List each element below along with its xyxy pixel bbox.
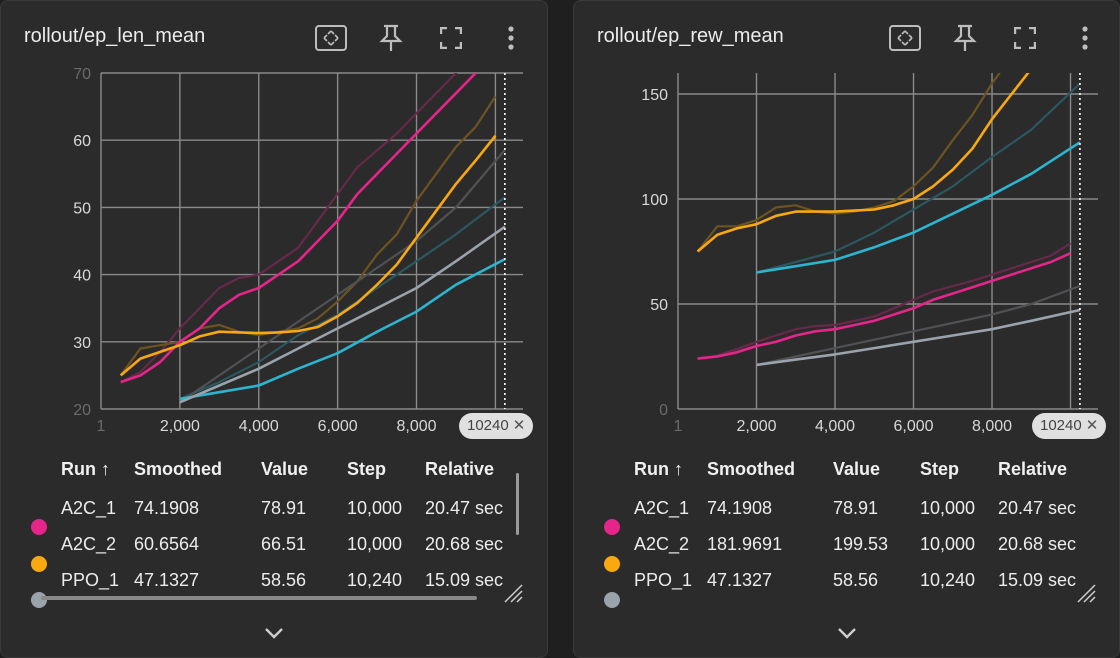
- step-badge-value: 10240: [467, 417, 509, 434]
- run-color-dot: [31, 592, 47, 608]
- col-header-step[interactable]: Step: [347, 459, 386, 480]
- y-tick-label: 0: [659, 402, 668, 419]
- x-tick-label: 1: [674, 418, 683, 435]
- y-tick-label: 100: [641, 192, 668, 209]
- y-tick-label: 20: [73, 402, 91, 419]
- cell-run: A2C_1: [634, 498, 690, 518]
- cell-run: A2C_2: [634, 534, 690, 554]
- col-header-relative[interactable]: Relative: [998, 459, 1067, 480]
- chart-card-ep-rew-mean: rollout/ep_rew_mean 0 50 100 150 1 2,000 4,000…: [573, 0, 1120, 658]
- step-badge-value: 10240: [1040, 417, 1082, 434]
- cell-smoothed: 47.1327: [134, 570, 200, 590]
- cell-run: A2C_2: [61, 534, 117, 554]
- run-color-dot: [604, 519, 620, 535]
- table-horizontal-scrollbar[interactable]: [41, 596, 477, 600]
- cell-value: 58.56: [261, 570, 307, 590]
- col-header-value[interactable]: Value: [833, 459, 880, 480]
- cell-value: 66.51: [261, 534, 307, 554]
- expand-button[interactable]: [832, 621, 862, 645]
- cell-run: PPO_1: [634, 570, 693, 590]
- col-header-smoothed[interactable]: Smoothed: [707, 459, 795, 480]
- cell-relative: 20.47 sec: [425, 498, 504, 518]
- run-color-dot: [31, 556, 47, 572]
- line-chart-ep-len-mean[interactable]: 20 30 40 50 60 70 1 2,000 4,000 6,000 8,000: [1, 1, 548, 453]
- raw-series-line: [756, 82, 1081, 274]
- x-tick-label: 4,000: [815, 418, 855, 435]
- cell-relative: 15.09 sec: [425, 570, 504, 590]
- x-tick-label: 2,000: [160, 418, 200, 435]
- col-header-run[interactable]: Run ↑: [61, 459, 110, 480]
- x-tick-label: 8,000: [396, 418, 436, 435]
- expand-button[interactable]: [259, 621, 289, 645]
- table-vertical-scrollbar[interactable]: [516, 473, 519, 535]
- cell-value: 78.91: [261, 498, 307, 518]
- col-header-value[interactable]: Value: [261, 459, 308, 480]
- chevron-down-icon: [838, 628, 856, 639]
- resize-handle-icon[interactable]: [1074, 581, 1096, 603]
- y-tick-label: 150: [641, 87, 668, 104]
- y-tick-label: 50: [650, 297, 668, 314]
- y-tick-label: 30: [73, 335, 91, 352]
- cell-relative: 20.68 sec: [998, 534, 1077, 554]
- x-tick-label: 4,000: [239, 418, 279, 435]
- cell-smoothed: 60.6564: [134, 534, 200, 554]
- col-header-run[interactable]: Run ↑: [634, 459, 683, 480]
- x-tick-label: 8,000: [972, 418, 1012, 435]
- step-cursor-badge[interactable]: 10240 ✕: [1032, 413, 1107, 439]
- cell-step: 10,240: [347, 570, 403, 590]
- smoothed-series-line: [696, 73, 1030, 253]
- cell-step: 10,000: [347, 498, 403, 518]
- y-tick-label: 60: [73, 133, 91, 150]
- resize-handle-icon[interactable]: [501, 581, 523, 603]
- col-header-smoothed[interactable]: Smoothed: [134, 459, 222, 480]
- x-tick-label: 1: [97, 418, 106, 435]
- cell-relative: 20.68 sec: [425, 534, 504, 554]
- run-color-dot: [604, 592, 620, 608]
- cell-relative: 20.47 sec: [998, 498, 1077, 518]
- cell-run: A2C_1: [61, 498, 117, 518]
- run-color-dot: [31, 519, 47, 535]
- smoothed-series-line: [756, 308, 1081, 367]
- cell-relative: 15.09 sec: [998, 570, 1077, 590]
- raw-series-line: [697, 242, 1072, 360]
- cell-value: 199.53: [833, 534, 889, 554]
- close-icon[interactable]: ✕: [513, 417, 526, 434]
- chevron-down-icon: [265, 628, 283, 639]
- y-tick-label: 70: [73, 66, 91, 83]
- cell-step: 10,000: [920, 498, 976, 518]
- cell-step: 10,000: [347, 534, 403, 554]
- x-tick-label: 6,000: [893, 418, 933, 435]
- line-chart-ep-rew-mean[interactable]: 0 50 100 150 1 2,000 4,000 6,000 8,000: [574, 1, 1120, 453]
- chart-card-ep-len-mean: rollout/ep_len_mean 20 30 40 50 60 70 1 2,000 4,…: [0, 0, 548, 658]
- step-cursor-badge[interactable]: 10240 ✕: [459, 413, 534, 439]
- col-header-step[interactable]: Step: [920, 459, 959, 480]
- raw-series-line: [696, 73, 1001, 253]
- cell-step: 10,000: [920, 534, 976, 554]
- cell-smoothed: 74.1908: [707, 498, 773, 518]
- cell-smoothed: 74.1908: [134, 498, 200, 518]
- run-color-dot: [604, 556, 620, 572]
- cell-run: PPO_1: [61, 570, 120, 590]
- cell-smoothed: 181.9691: [707, 534, 783, 554]
- y-tick-label: 50: [73, 200, 91, 217]
- x-tick-label: 6,000: [318, 418, 358, 435]
- y-tick-label: 40: [73, 268, 91, 285]
- cell-value: 78.91: [833, 498, 879, 518]
- series-group: [696, 73, 1081, 367]
- col-header-relative[interactable]: Relative: [425, 459, 494, 480]
- smoothed-series-line: [119, 134, 497, 377]
- raw-series-line: [120, 73, 458, 384]
- close-icon[interactable]: ✕: [1086, 417, 1099, 434]
- cell-value: 58.56: [833, 570, 879, 590]
- cell-smoothed: 47.1327: [707, 570, 773, 590]
- x-tick-label: 2,000: [736, 418, 776, 435]
- cell-step: 10,240: [920, 570, 976, 590]
